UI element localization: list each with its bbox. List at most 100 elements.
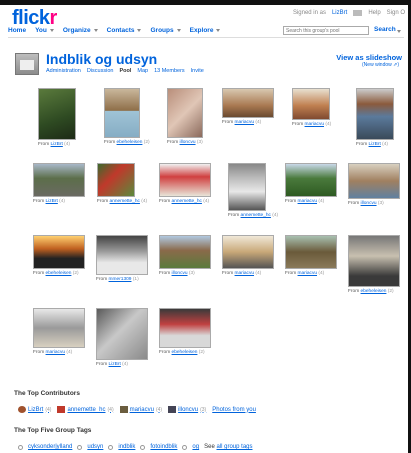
nav-home[interactable]: Home	[8, 27, 26, 34]
photo-owner-link[interactable]: annemette_hc	[241, 213, 271, 218]
main-nav: Home You Organize Contacts Groups Explor…	[8, 24, 404, 38]
nav-you[interactable]: You	[35, 27, 54, 34]
photo-thumbnail[interactable]	[96, 308, 148, 360]
photo-thumbnail[interactable]	[38, 88, 76, 140]
subnav-discussion[interactable]: Discussion	[87, 68, 114, 74]
photo-owner-link[interactable]: illoncvu	[361, 201, 377, 206]
photo-thumbnail[interactable]	[285, 235, 337, 269]
tag-link[interactable]: og	[192, 444, 199, 450]
view-slideshow-link[interactable]: View as slideshow	[336, 53, 402, 62]
signed-in-label: Signed in as	[292, 10, 326, 16]
owner-photo-count: (4)	[325, 122, 332, 127]
photo-thumbnail[interactable]	[97, 163, 135, 197]
chevron-down-icon[interactable]	[137, 29, 142, 32]
subnav-map[interactable]: Map	[137, 68, 148, 74]
mail-icon[interactable]	[353, 10, 363, 16]
nav-contacts[interactable]: Contacts	[107, 27, 142, 34]
search-button[interactable]: Search	[374, 26, 396, 33]
tag-link[interactable]: indblik	[118, 444, 135, 450]
photo-owner-link[interactable]: mariacvu	[305, 122, 324, 127]
tag-link[interactable]: cyksonderjylland	[28, 444, 72, 450]
subnav-invite[interactable]: Invite	[191, 68, 204, 74]
nav-organize[interactable]: Organize	[63, 27, 98, 34]
photo-caption: From illoncvu (3)	[348, 201, 384, 206]
subnav-pool[interactable]: Pool	[119, 68, 131, 74]
photo-thumbnail[interactable]	[159, 235, 211, 269]
subnav-members[interactable]: 13 Members	[154, 68, 185, 74]
subnav-administration[interactable]: Administration	[46, 68, 81, 74]
photo-owner-link[interactable]: mmer1309	[109, 277, 132, 282]
tag-link[interactable]: udsyn	[87, 444, 103, 450]
contributor-item[interactable]: mariacvu (4)	[119, 406, 162, 413]
photo-thumbnail[interactable]	[159, 163, 211, 197]
photo-owner-link[interactable]: ebeheleisen	[117, 140, 143, 145]
chevron-down-icon[interactable]	[93, 29, 98, 32]
photo-owner-link[interactable]: LizBrt	[46, 199, 58, 204]
photo-thumbnail[interactable]	[33, 235, 85, 269]
owner-photo-count: (2)	[143, 140, 150, 145]
photo-owner-link[interactable]: annemette_hc	[172, 199, 202, 204]
tag-link[interactable]: fotoindblik	[150, 444, 177, 450]
tag-icon	[140, 444, 146, 450]
owner-photo-count: (4)	[318, 199, 325, 204]
photo-owner-link[interactable]: LizBrt	[109, 362, 121, 367]
contributor-item[interactable]: LizBrt (4)	[18, 406, 51, 413]
photo-owner-link[interactable]: ebeheleisen	[361, 289, 387, 294]
chevron-down-icon[interactable]	[216, 29, 221, 32]
photo-thumbnail[interactable]	[222, 235, 274, 269]
photo-thumbnail[interactable]	[167, 88, 203, 138]
photo-thumbnail[interactable]	[33, 163, 85, 197]
photo-owner-link[interactable]: annemette_hc	[110, 199, 140, 204]
owner-photo-count: (1)	[132, 277, 139, 282]
photo-owner-link[interactable]: LizBrt	[51, 142, 63, 147]
group-buddy-icon[interactable]	[15, 53, 39, 75]
photo-owner-link[interactable]: illoncvu	[180, 140, 196, 145]
photo-thumbnail[interactable]	[222, 88, 274, 118]
owner-photo-count: (4)	[318, 271, 325, 276]
photo-owner-link[interactable]: mariacvu	[235, 120, 254, 125]
nav-explore[interactable]: Explore	[190, 27, 221, 34]
tag-icon	[108, 444, 114, 450]
photo-thumbnail[interactable]	[348, 163, 400, 199]
photo-caption: From mariacvu (4)	[285, 199, 324, 204]
photo-thumbnail[interactable]	[159, 308, 211, 348]
photo-thumbnail[interactable]	[228, 163, 266, 211]
contributor-item[interactable]: annemette_hc (4)	[57, 406, 114, 413]
nav-groups[interactable]: Groups	[150, 27, 181, 34]
photo-thumbnail[interactable]	[356, 88, 394, 140]
photo-thumbnail[interactable]	[33, 308, 85, 348]
search-options-chevron-icon[interactable]	[397, 30, 401, 33]
chevron-down-icon[interactable]	[49, 29, 54, 32]
photo-thumbnail[interactable]	[104, 88, 140, 138]
photo-thumbnail[interactable]	[348, 235, 400, 287]
group-title[interactable]: Indblik og udsyn	[46, 51, 157, 67]
new-window-link[interactable]: (New window ⇗)	[362, 62, 399, 68]
photo-caption: From LizBrt (4)	[356, 142, 388, 147]
photo-owner-link[interactable]: mariacvu	[46, 350, 65, 355]
chevron-down-icon[interactable]	[176, 29, 181, 32]
photo-owner-link[interactable]: LizBrt	[369, 142, 381, 147]
search-input[interactable]	[283, 26, 369, 35]
help-link[interactable]: Help	[368, 10, 380, 16]
photo-owner-link[interactable]: mariacvu	[298, 271, 317, 276]
photo-owner-link[interactable]: mariacvu	[298, 199, 317, 204]
group-tags-list: cyksonderjylland udsyn indblik fotoindbl…	[18, 444, 253, 450]
photos-from-you-link[interactable]: Photos from you	[212, 407, 256, 413]
contributor-item[interactable]: illoncvu (3)	[168, 406, 206, 413]
signed-in-user-link[interactable]: LizBrt	[332, 10, 347, 16]
owner-photo-count: (4)	[64, 142, 71, 147]
all-group-tags-link[interactable]: all group tags	[216, 444, 252, 450]
photo-owner-link[interactable]: mariacvu	[235, 271, 254, 276]
photo-thumbnail[interactable]	[96, 235, 148, 275]
photo-owner-link[interactable]: illoncvu	[172, 271, 188, 276]
photo-caption: From LizBrt (4)	[38, 142, 70, 147]
caption-from-label: From	[228, 213, 240, 218]
tag-icon	[182, 444, 188, 450]
owner-photo-count: (3)	[188, 271, 195, 276]
photo-thumbnail[interactable]	[285, 163, 337, 197]
photo-thumbnail[interactable]	[292, 88, 330, 120]
photo-owner-link[interactable]: ebeheleisen	[46, 271, 72, 276]
sign-out-link[interactable]: Sign O	[387, 10, 405, 16]
caption-from-label: From	[348, 289, 360, 294]
photo-owner-link[interactable]: ebeheleisen	[172, 350, 198, 355]
